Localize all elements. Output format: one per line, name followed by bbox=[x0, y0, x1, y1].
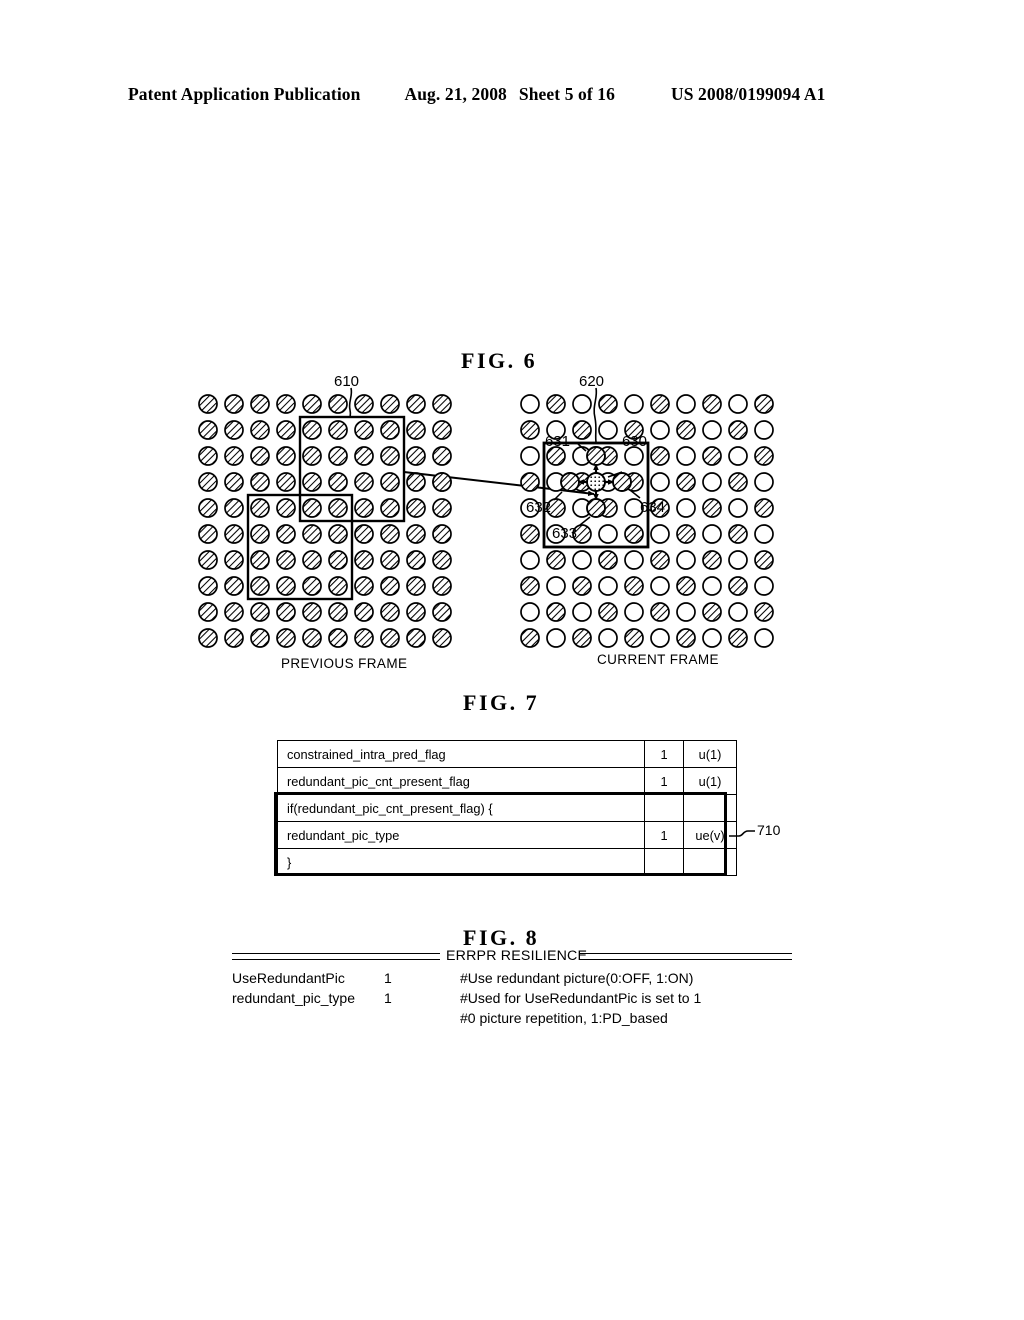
bits-cell bbox=[644, 848, 684, 876]
descriptor-cell bbox=[683, 848, 737, 876]
block-620-leader bbox=[593, 387, 598, 443]
current-frame-caption: CURRENT FRAME bbox=[597, 652, 719, 667]
prev-matching-pixel bbox=[432, 472, 452, 492]
fig7-syntax-table: constrained_intra_pred_flag 1 u(1) redun… bbox=[277, 740, 737, 876]
fig6-diagram: 610 620 630 631 632 633 634 bbox=[190, 372, 830, 672]
pixel-633 bbox=[586, 498, 606, 518]
ref-634-label: 634 bbox=[640, 499, 665, 516]
table-row: constrained_intra_pred_flag 1 u(1) bbox=[277, 740, 737, 768]
table-row: if(redundant_pic_cnt_present_flag) { bbox=[277, 794, 737, 822]
ref-710-label: 710 bbox=[757, 822, 781, 838]
descriptor-cell bbox=[683, 794, 737, 822]
block-610-leader bbox=[348, 387, 353, 419]
descriptor-cell: u(1) bbox=[683, 767, 737, 795]
list-item: #0 picture repetition, 1:PD_based bbox=[232, 1008, 792, 1028]
ref-620-label: 620 bbox=[579, 373, 604, 390]
pixel-632 bbox=[560, 472, 580, 492]
syntax-cell: if(redundant_pic_cnt_present_flag) { bbox=[277, 794, 645, 822]
ref-631-label: 631 bbox=[545, 433, 570, 450]
bits-cell: 1 bbox=[644, 740, 684, 768]
fig8-section-header: ERRPR RESILIENCE bbox=[232, 948, 792, 966]
config-comment: #0 picture repetition, 1:PD_based bbox=[460, 1010, 668, 1026]
bits-cell: 1 bbox=[644, 767, 684, 795]
pixel-630 bbox=[586, 472, 606, 492]
config-value: 1 bbox=[384, 990, 392, 1006]
pixel-633-leader bbox=[579, 516, 591, 526]
list-item: redundant_pic_type 1 #Used for UseRedund… bbox=[232, 988, 792, 1008]
pixel-neighborhood-630 bbox=[560, 446, 632, 518]
fig7-title: FIG. 7 bbox=[463, 690, 540, 715]
fig8-config-block: ERRPR RESILIENCE UseRedundantPic 1 #Use … bbox=[232, 948, 792, 1038]
pixel-634 bbox=[612, 472, 632, 492]
rule-left bbox=[232, 953, 440, 960]
ref-632-label: 632 bbox=[526, 499, 551, 516]
ref-630-label: 630 bbox=[622, 433, 647, 450]
fig8-section-label: ERRPR RESILIENCE bbox=[446, 948, 588, 964]
syntax-cell: } bbox=[277, 848, 645, 876]
ref-610-label: 610 bbox=[334, 373, 359, 390]
bits-cell bbox=[644, 794, 684, 822]
syntax-cell: redundant_pic_cnt_present_flag bbox=[277, 767, 645, 795]
config-comment: #Use redundant picture(0:OFF, 1:ON) bbox=[460, 970, 694, 986]
syntax-cell: constrained_intra_pred_flag bbox=[277, 740, 645, 768]
table-row: redundant_pic_cnt_present_flag 1 u(1) bbox=[277, 767, 737, 795]
bits-cell: 1 bbox=[644, 821, 684, 849]
syntax-cell: redundant_pic_type bbox=[277, 821, 645, 849]
fig6-svg: 610 620 630 631 632 633 634 bbox=[198, 373, 774, 648]
config-key: UseRedundantPic bbox=[232, 970, 345, 986]
header-date: Aug. 21, 2008 bbox=[404, 84, 507, 104]
list-item: UseRedundantPic 1 #Use redundant picture… bbox=[232, 968, 792, 988]
config-key: redundant_pic_type bbox=[232, 990, 355, 1006]
descriptor-cell: u(1) bbox=[683, 740, 737, 768]
ref-633-label: 633 bbox=[552, 525, 577, 542]
config-value: 1 bbox=[384, 970, 392, 986]
page-header: Patent Application Publication Aug. 21, … bbox=[128, 84, 896, 110]
fig8-entries: UseRedundantPic 1 #Use redundant picture… bbox=[232, 968, 792, 1028]
header-patent-number: US 2008/0199094 A1 bbox=[670, 84, 826, 104]
header-publication: Patent Application Publication bbox=[128, 84, 361, 104]
header-sheet-number: Sheet 5 of 16 bbox=[518, 84, 615, 104]
previous-frame-caption: PREVIOUS FRAME bbox=[281, 656, 408, 671]
fig6-title: FIG. 6 bbox=[461, 348, 538, 373]
pixel-631 bbox=[586, 446, 606, 466]
table-row: redundant_pic_type 1 ue(v) bbox=[277, 821, 737, 849]
table-row: } bbox=[277, 848, 737, 876]
rule-right bbox=[580, 953, 792, 960]
config-comment: #Used for UseRedundantPic is set to 1 bbox=[460, 990, 702, 1006]
